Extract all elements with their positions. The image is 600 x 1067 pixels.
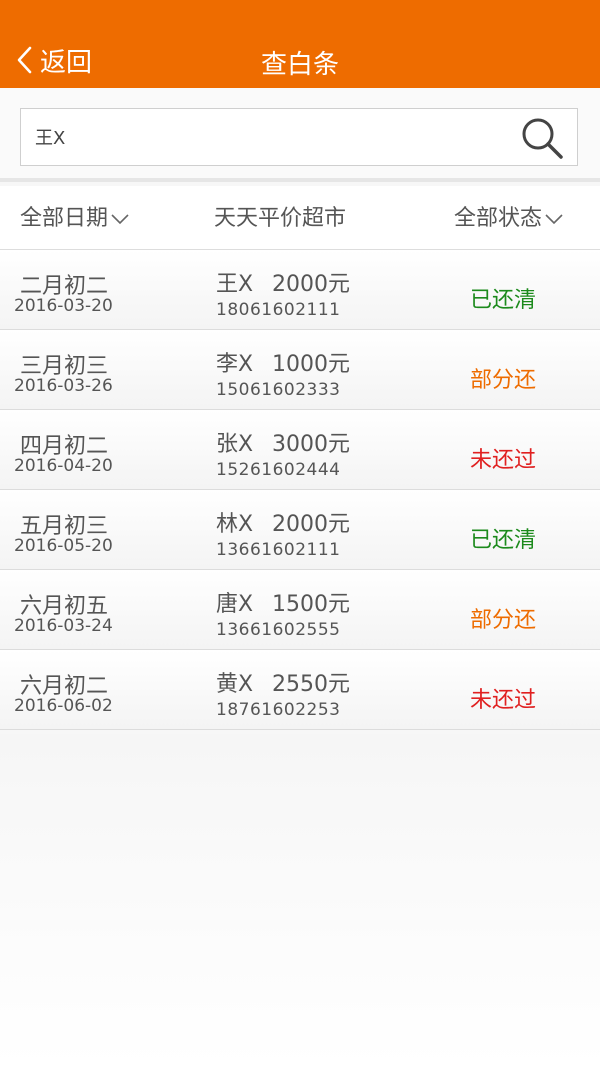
credit-record-list: 二月初二 2016-03-20 王X 2000元 18061602111 已还清… bbox=[0, 250, 600, 730]
status-filter-label: 全部状态 bbox=[454, 206, 543, 231]
customer-name: 黄X bbox=[216, 672, 254, 697]
app-header: 返回 查白条 bbox=[0, 0, 600, 88]
status-badge: 部分还 bbox=[470, 368, 537, 393]
chevron-down-icon bbox=[545, 214, 563, 225]
customer-name: 林X bbox=[216, 512, 254, 537]
status-badge: 已还清 bbox=[470, 288, 537, 313]
amount: 2550元 bbox=[272, 672, 350, 697]
list-item[interactable]: 六月初五 2016-03-24 唐X 1500元 13661602555 部分还 bbox=[0, 570, 600, 650]
phone-number: 18061602111 bbox=[216, 300, 341, 320]
list-item[interactable]: 二月初二 2016-03-20 王X 2000元 18061602111 已还清 bbox=[0, 250, 600, 330]
status-badge: 未还过 bbox=[470, 688, 537, 713]
list-item[interactable]: 四月初二 2016-04-20 张X 3000元 15261602444 未还过 bbox=[0, 410, 600, 490]
phone-number: 13661602111 bbox=[216, 540, 341, 560]
list-item[interactable]: 三月初三 2016-03-26 李X 1000元 15061602333 部分还 bbox=[0, 330, 600, 410]
customer-name: 李X bbox=[216, 352, 254, 377]
page-title: 查白条 bbox=[260, 50, 339, 80]
date: 2016-03-20 bbox=[14, 296, 113, 316]
list-item[interactable]: 六月初二 2016-06-02 黄X 2550元 18761602253 未还过 bbox=[0, 650, 600, 730]
search-input[interactable] bbox=[35, 119, 505, 155]
date: 2016-03-24 bbox=[14, 616, 113, 636]
status-badge: 未还过 bbox=[470, 448, 537, 473]
customer-name: 唐X bbox=[216, 592, 254, 617]
search-bar bbox=[0, 88, 600, 182]
phone-number: 15061602333 bbox=[216, 380, 341, 400]
customer-name: 张X bbox=[216, 432, 254, 457]
date: 2016-06-02 bbox=[14, 696, 113, 716]
search-box bbox=[20, 108, 578, 166]
search-icon bbox=[522, 118, 563, 159]
date-filter-label: 全部日期 bbox=[20, 206, 109, 231]
phone-number: 15261602444 bbox=[216, 460, 341, 480]
shop-filter-label: 天天平价超市 bbox=[214, 206, 347, 231]
empty-area bbox=[0, 734, 600, 1067]
list-item[interactable]: 五月初三 2016-05-20 林X 2000元 13661602111 已还清 bbox=[0, 490, 600, 570]
amount: 1000元 bbox=[272, 352, 350, 377]
phone-number: 13661602555 bbox=[216, 620, 341, 640]
date: 2016-05-20 bbox=[14, 536, 113, 556]
phone-number: 18761602253 bbox=[216, 700, 341, 720]
filter-bar: 全部日期 天天平价超市 全部状态 bbox=[0, 186, 600, 250]
search-button[interactable] bbox=[519, 115, 567, 161]
date-filter-dropdown[interactable]: 全部日期 bbox=[20, 200, 130, 232]
customer-name: 王X bbox=[216, 272, 254, 297]
status-badge: 部分还 bbox=[470, 608, 537, 633]
amount: 3000元 bbox=[272, 432, 350, 457]
amount: 1500元 bbox=[272, 592, 350, 617]
date: 2016-03-26 bbox=[14, 376, 113, 396]
date: 2016-04-20 bbox=[14, 456, 113, 476]
amount: 2000元 bbox=[272, 512, 350, 537]
chevron-down-icon bbox=[111, 214, 129, 225]
status-filter-dropdown[interactable]: 全部状态 bbox=[454, 200, 564, 232]
shop-filter[interactable]: 天天平价超市 bbox=[214, 200, 346, 232]
status-badge: 已还清 bbox=[470, 528, 537, 553]
amount: 2000元 bbox=[272, 272, 350, 297]
